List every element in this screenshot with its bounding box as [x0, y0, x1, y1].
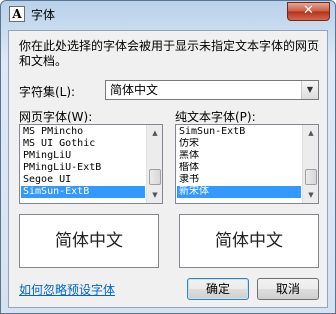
scroll-up-icon[interactable]: ▲	[147, 125, 162, 141]
plain-font-item[interactable]: 楷体	[177, 162, 301, 174]
close-button[interactable]: ✕	[287, 2, 330, 21]
plain-font-scrollbar[interactable]: ▲ ▼	[302, 125, 318, 203]
web-font-item[interactable]: PMingLiU	[21, 150, 145, 162]
web-font-preview: 简体中文	[19, 214, 159, 268]
font-dialog-window: A 字体 ✕ 你在此处选择的字体会被用于显示未指定文本字体的网页和文档。 字符集…	[0, 0, 336, 314]
web-font-item[interactable]: MS UI Gothic	[21, 138, 145, 150]
charset-label: 字符集(L):	[19, 85, 76, 99]
scroll-up-icon[interactable]: ▲	[303, 125, 318, 141]
title-bar[interactable]: A 字体 ✕	[1, 1, 335, 29]
web-font-listbox[interactable]: MS PMincho MS UI Gothic PMingLiU PMingLi…	[19, 124, 163, 204]
web-font-item[interactable]: Segoe UI	[21, 174, 145, 186]
charset-value: 简体中文	[110, 83, 159, 97]
scroll-down-icon[interactable]: ▼	[303, 187, 318, 203]
ignore-preset-font-link[interactable]: 如何忽略预设字体	[19, 281, 115, 298]
plain-font-item[interactable]: 黑体	[177, 150, 301, 162]
scroll-thumb[interactable]	[305, 169, 317, 185]
charset-combobox[interactable]: 简体中文 ▼	[105, 80, 319, 100]
web-font-item[interactable]: PMingLiU-ExtB	[21, 162, 145, 174]
plain-font-item[interactable]: SimSun-ExtB	[177, 126, 301, 138]
font-app-icon: A	[9, 6, 25, 22]
plain-font-item-selected[interactable]: 新宋体	[177, 186, 301, 198]
web-font-scrollbar[interactable]: ▲ ▼	[146, 125, 162, 203]
scroll-thumb[interactable]	[149, 169, 161, 185]
scroll-down-icon[interactable]: ▼	[147, 187, 162, 203]
plain-font-item[interactable]: 仿宋	[177, 138, 301, 150]
description-text: 你在此处选择的字体会被用于显示未指定文本字体的网页和文档。	[19, 39, 320, 68]
plain-font-preview: 简体中文	[179, 214, 319, 268]
web-font-item[interactable]: MS PMincho	[21, 126, 145, 138]
dialog-client-area: 你在此处选择的字体会被用于显示未指定文本字体的网页和文档。 字符集(L): 简体…	[8, 30, 328, 308]
plain-font-listbox[interactable]: SimSun-ExtB 仿宋 黑体 楷体 隶书 新宋体 ▲ ▼	[175, 124, 319, 204]
web-font-item-selected[interactable]: SimSun-ExtB	[21, 186, 145, 198]
plain-font-item[interactable]: 隶书	[177, 174, 301, 186]
plain-font-label: 纯文本字体(P):	[175, 110, 256, 124]
web-font-label: 网页字体(W):	[19, 110, 93, 124]
chevron-down-icon[interactable]: ▼	[301, 81, 318, 99]
ok-button[interactable]: 确定	[187, 278, 249, 300]
window-title: 字体	[31, 8, 56, 22]
cancel-button[interactable]: 取消	[257, 278, 319, 300]
